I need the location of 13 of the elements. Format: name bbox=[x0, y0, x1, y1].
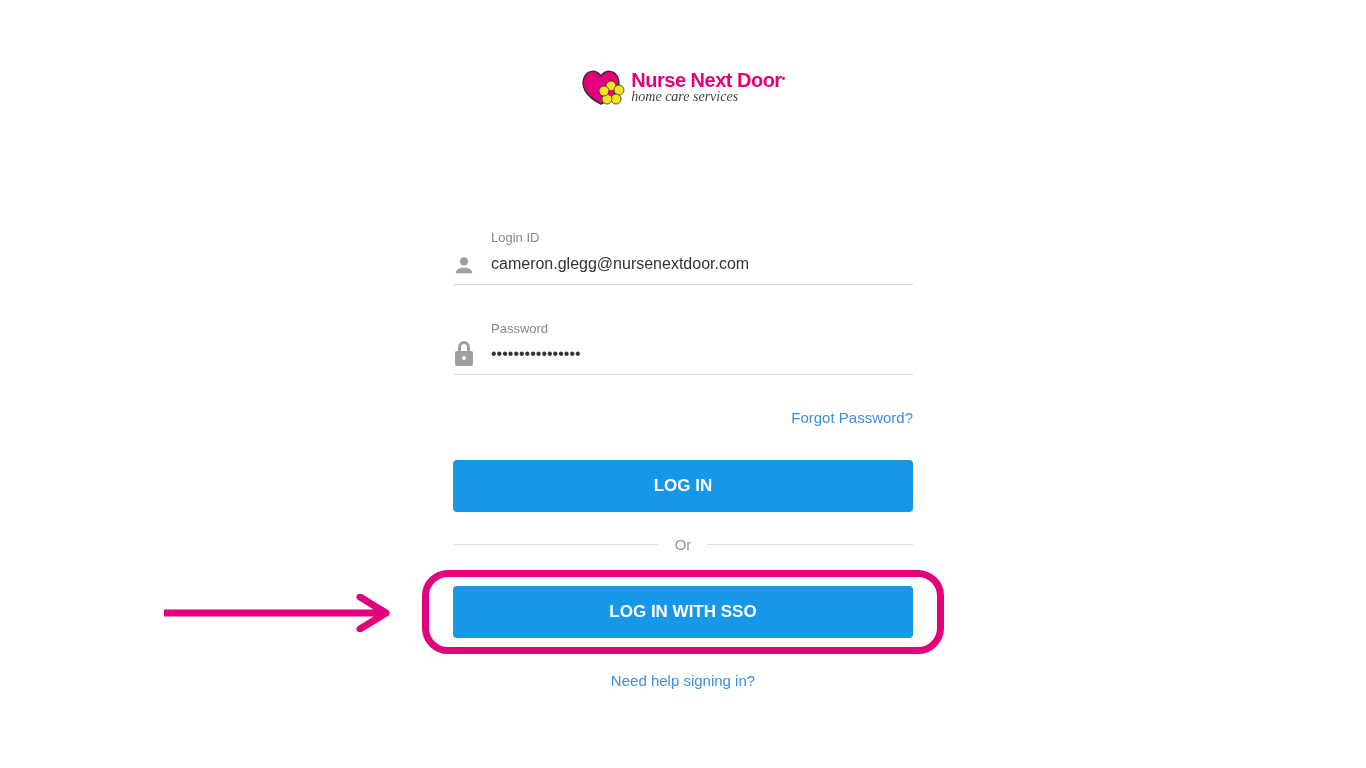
field-label: Login ID bbox=[491, 229, 541, 247]
heart-flower-logo-icon bbox=[581, 68, 628, 106]
or-divider-text: Or bbox=[674, 534, 692, 555]
lock-icon bbox=[453, 340, 475, 366]
forgot-password-link[interactable]: Forgot Password? bbox=[791, 407, 913, 430]
brand-tagline: home care services bbox=[631, 90, 740, 104]
sso-login-button[interactable]: LOG IN WITH SSO bbox=[453, 586, 913, 638]
brand-name: Nurse Next Door$^{•}$ bbox=[631, 70, 785, 90]
input-field[interactable]: cameron.glegg@nursenextdoor.com bbox=[491, 251, 913, 276]
input-field[interactable]: •••••••••••••••• bbox=[491, 342, 913, 366]
login-button[interactable]: LOG IN bbox=[453, 459, 913, 512]
help-link[interactable]: Need help signing in? bbox=[610, 670, 756, 693]
field-label: Password bbox=[491, 319, 550, 338]
